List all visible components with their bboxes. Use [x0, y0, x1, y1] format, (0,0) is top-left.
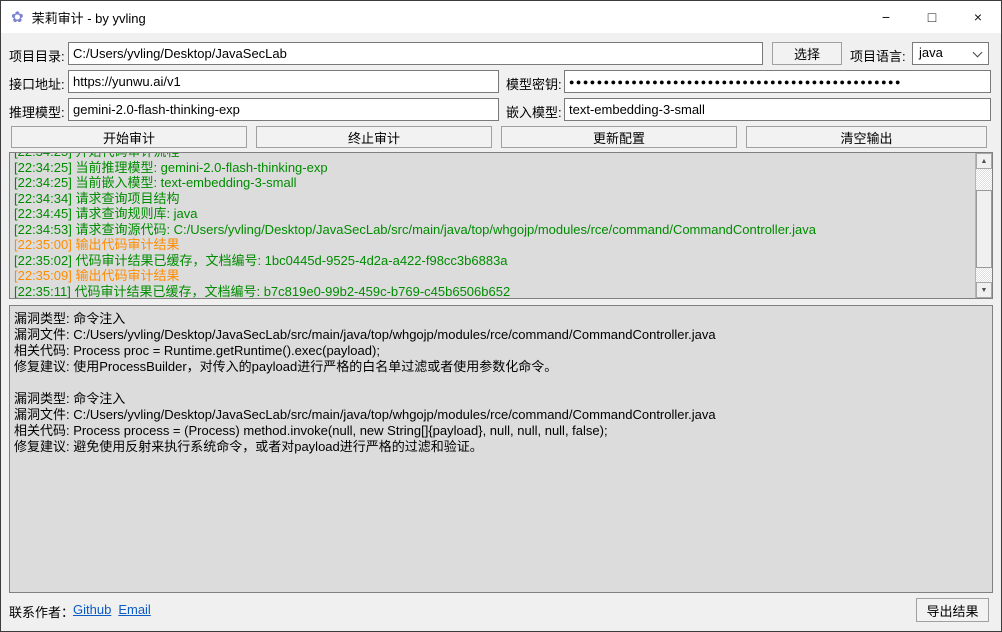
- link-email[interactable]: Email: [118, 602, 151, 617]
- result-line: 相关代码: Process process = (Process) method…: [14, 423, 988, 439]
- app-window: ✿ 茉莉审计 - by yvling − □ × 项目目录: 选择 项目语言: …: [0, 0, 1002, 632]
- log-line: [22:34:53] 请求查询源代码: C:/Users/yvling/Desk…: [14, 222, 974, 238]
- title-bar: ✿ 茉莉审计 - by yvling − □ ×: [1, 1, 1001, 33]
- footer-links: Github Email: [73, 602, 151, 617]
- scrollbar-down-button[interactable]: ▼: [976, 282, 992, 298]
- log-line: [22:35:11] 代码审计结果已缓存，文档编号: b7c819e0-99b2…: [14, 284, 974, 300]
- project-dir-input[interactable]: [68, 42, 763, 65]
- log-line: [22:34:25] 当前推理模型: gemini-2.0-flash-thin…: [14, 160, 974, 176]
- log-line: [22:34:34] 请求查询项目结构: [14, 191, 974, 207]
- scroll-up-icon: ▲: [981, 158, 988, 165]
- embedding-model-input[interactable]: [564, 98, 991, 121]
- maximize-button[interactable]: □: [909, 1, 955, 33]
- export-results-button[interactable]: 导出结果: [916, 598, 989, 622]
- minimize-button[interactable]: −: [863, 1, 909, 33]
- chevron-down-icon: [973, 48, 983, 58]
- language-selected-value: java: [919, 45, 943, 60]
- api-key-input[interactable]: [564, 70, 991, 93]
- clear-output-button[interactable]: 清空输出: [746, 126, 987, 148]
- start-audit-button[interactable]: 开始审计: [11, 126, 247, 148]
- reasoning-model-input[interactable]: [68, 98, 499, 121]
- result-line: 漏洞文件: C:/Users/yvling/Desktop/JavaSecLab…: [14, 327, 988, 343]
- reasoning-model-label: 推理模型:: [9, 102, 65, 121]
- scrollbar-track[interactable]: [976, 169, 992, 282]
- scroll-down-icon: ▼: [981, 287, 988, 294]
- api-url-label: 接口地址:: [9, 74, 65, 93]
- log-line: [22:34:25] 开始代码审计流程: [14, 152, 974, 160]
- close-button[interactable]: ×: [955, 1, 1001, 33]
- select-dir-button[interactable]: 选择: [772, 42, 842, 65]
- log-line: [22:35:02] 代码审计结果已缓存，文档编号: 1bc0445d-9525…: [14, 253, 974, 269]
- log-line: [22:35:00] 输出代码审计结果: [14, 237, 974, 253]
- result-line: 漏洞文件: C:/Users/yvling/Desktop/JavaSecLab…: [14, 407, 988, 423]
- api-url-input[interactable]: [68, 70, 499, 93]
- result-spacer: [14, 375, 988, 391]
- audit-log-content: [22:34:25] 开始代码审计流程[22:34:25] 当前推理模型: ge…: [14, 152, 974, 299]
- update-config-button[interactable]: 更新配置: [501, 126, 737, 148]
- link-github[interactable]: Github: [73, 602, 111, 617]
- result-line: 修复建议: 避免使用反射来执行系统命令，或者对payload进行严格的过滤和验证…: [14, 439, 988, 455]
- project-dir-label: 项目目录:: [9, 46, 65, 65]
- contact-label: 联系作者：: [9, 602, 74, 621]
- result-line: 修复建议: 使用ProcessBuilder，对传入的payload进行严格的白…: [14, 359, 988, 375]
- language-label: 项目语言:: [850, 46, 906, 65]
- scrollbar-thumb[interactable]: [976, 190, 992, 268]
- embedding-model-label: 嵌入模型:: [506, 102, 562, 121]
- log-line: [22:34:45] 请求查询规则库: java: [14, 206, 974, 222]
- language-select[interactable]: java: [912, 42, 989, 65]
- audit-results-content: 漏洞类型: 命令注入漏洞文件: C:/Users/yvling/Desktop/…: [14, 311, 988, 455]
- result-line: 漏洞类型: 命令注入: [14, 311, 988, 327]
- minimize-icon: −: [882, 9, 890, 25]
- log-scrollbar[interactable]: ▲ ▼: [975, 153, 992, 298]
- close-icon: ×: [974, 9, 982, 25]
- scrollbar-up-button[interactable]: ▲: [976, 153, 992, 169]
- app-flower-icon: ✿: [11, 10, 24, 25]
- window-controls: − □ ×: [863, 1, 1001, 33]
- result-line: 相关代码: Process proc = Runtime.getRuntime(…: [14, 343, 988, 359]
- audit-log[interactable]: [22:34:25] 开始代码审计流程[22:34:25] 当前推理模型: ge…: [9, 152, 993, 299]
- api-key-label: 模型密钥:: [506, 74, 562, 93]
- maximize-icon: □: [928, 9, 936, 25]
- audit-results[interactable]: 漏洞类型: 命令注入漏洞文件: C:/Users/yvling/Desktop/…: [9, 305, 993, 593]
- log-line: [22:34:25] 当前嵌入模型: text-embedding-3-smal…: [14, 175, 974, 191]
- window-title: 茉莉审计 - by yvling: [32, 8, 146, 27]
- stop-audit-button[interactable]: 终止审计: [256, 126, 492, 148]
- result-line: 漏洞类型: 命令注入: [14, 391, 988, 407]
- log-line: [22:35:09] 输出代码审计结果: [14, 268, 974, 284]
